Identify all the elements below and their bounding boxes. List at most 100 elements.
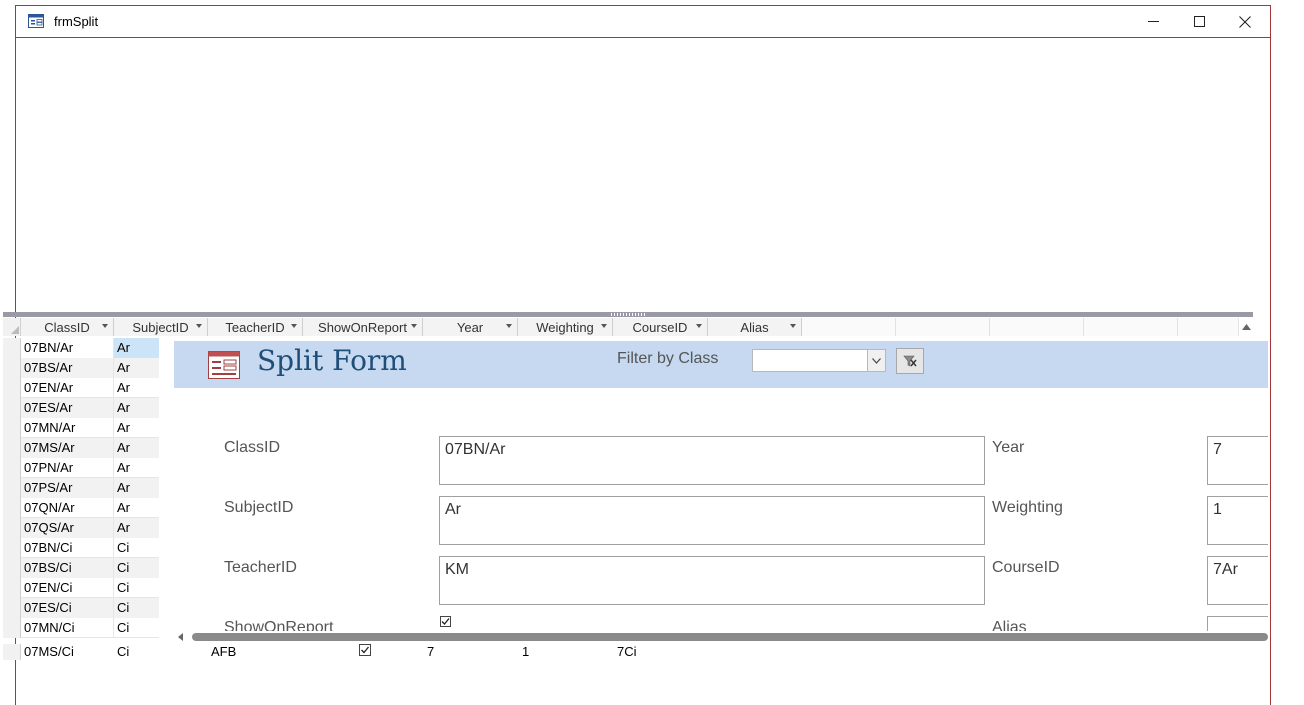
cell-subjectid[interactable]: Ar [114, 518, 159, 538]
column-header-alias[interactable]: Alias [708, 318, 802, 336]
cell-subjectid[interactable]: Ci [117, 644, 129, 660]
cell-classid[interactable]: 07PN/Ar [21, 458, 114, 478]
minimize-button[interactable] [1130, 6, 1176, 37]
dropdown-arrow-icon[interactable] [696, 324, 702, 328]
combobox-dropdown-button[interactable] [867, 350, 885, 371]
cell-classid[interactable]: 07BS/Ci [21, 558, 114, 578]
table-row[interactable]: 07MS/Ar Ar [3, 438, 159, 458]
table-row[interactable]: 07PS/Ar Ar [3, 478, 159, 498]
subjectid-textbox[interactable]: Ar [439, 496, 985, 545]
cell-courseid[interactable]: 7Ci [617, 644, 637, 660]
row-selector[interactable] [3, 578, 21, 598]
table-row[interactable]: 07ES/Ar Ar [3, 398, 159, 418]
row-selector[interactable] [3, 438, 21, 458]
maximize-button[interactable] [1176, 6, 1222, 37]
form-horizontal-scrollbar[interactable] [174, 631, 1268, 643]
table-row[interactable]: 07QS/Ar Ar [3, 518, 159, 538]
cell-subjectid[interactable]: Ar [114, 398, 159, 418]
cell-classid[interactable]: 07EN/Ar [21, 378, 114, 398]
table-row[interactable]: 07ES/Ci Ci [3, 598, 159, 618]
row-selector[interactable] [3, 538, 21, 558]
courseid-textbox[interactable]: 7Ar [1207, 556, 1268, 605]
table-row[interactable]: 07MN/Ci Ci [3, 618, 159, 638]
split-form-splitter[interactable] [3, 312, 1253, 317]
cell-subjectid[interactable]: Ci [114, 538, 159, 558]
cell-subjectid[interactable]: Ci [114, 578, 159, 598]
row-selector[interactable] [3, 478, 21, 498]
dropdown-arrow-icon[interactable] [790, 324, 796, 328]
table-row[interactable]: 07MN/Ar Ar [3, 418, 159, 438]
row-selector[interactable] [3, 618, 21, 638]
cell-subjectid[interactable]: Ar [114, 438, 159, 458]
title-bar[interactable]: frmSplit [16, 6, 1270, 38]
column-header-year[interactable]: Year [423, 318, 518, 336]
cell-subjectid[interactable]: Ar [114, 418, 159, 438]
classid-textbox[interactable]: 07BN/Ar [439, 436, 985, 485]
cell-classid[interactable]: 07BN/Ci [21, 538, 114, 558]
column-header-teacherid[interactable]: TeacherID [208, 318, 303, 336]
cell-subjectid[interactable]: Ar [114, 498, 159, 518]
column-header-weighting[interactable]: Weighting [518, 318, 613, 336]
cell-classid[interactable]: 07QS/Ar [21, 518, 114, 538]
cell-weighting[interactable]: 1 [522, 644, 529, 660]
cell-year[interactable]: 7 [427, 644, 434, 660]
cell-classid[interactable]: 07MN/Ar [21, 418, 114, 438]
alias-textbox[interactable] [1207, 616, 1268, 631]
cell-subjectid[interactable]: Ar [114, 358, 159, 378]
table-row-partial[interactable]: 07MS/Ci Ci AFB 7 1 7Ci [3, 644, 1253, 660]
remove-filter-button[interactable] [896, 348, 924, 374]
dropdown-arrow-icon[interactable] [102, 324, 108, 328]
row-selector[interactable] [3, 644, 21, 660]
column-header-subjectid[interactable]: SubjectID [114, 318, 208, 336]
table-row[interactable]: 07BN/Ar Ar [3, 338, 159, 358]
row-selector[interactable] [3, 418, 21, 438]
column-header-classid[interactable]: ClassID [21, 318, 114, 336]
column-header-showonreport[interactable]: ShowOnReport [303, 318, 423, 336]
cell-classid[interactable]: 07MS/Ci [24, 644, 74, 660]
table-row[interactable]: 07BN/Ci Ci [3, 538, 159, 558]
year-textbox[interactable]: 7 [1207, 436, 1268, 485]
dropdown-arrow-icon[interactable] [411, 324, 417, 328]
cell-classid[interactable]: 07QN/Ar [21, 498, 114, 518]
cell-teacherid[interactable]: AFB [211, 644, 236, 660]
cell-classid[interactable]: 07BS/Ar [21, 358, 114, 378]
row-selector[interactable] [3, 378, 21, 398]
scroll-left-arrow-icon[interactable] [178, 633, 183, 641]
cell-classid[interactable]: 07MS/Ar [21, 438, 114, 458]
cell-classid[interactable]: 07ES/Ci [21, 598, 114, 618]
row-selector[interactable] [3, 358, 21, 378]
cell-classid[interactable]: 07MN/Ci [21, 618, 114, 638]
row-selector[interactable] [3, 498, 21, 518]
cell-subjectid[interactable]: Ar [114, 478, 159, 498]
row-selector[interactable] [3, 518, 21, 538]
row-selector[interactable] [3, 458, 21, 478]
splitter-grip[interactable] [611, 313, 647, 316]
showonreport-checkbox[interactable] [440, 616, 451, 627]
table-row[interactable]: 07PN/Ar Ar [3, 458, 159, 478]
column-header-courseid[interactable]: CourseID [613, 318, 708, 336]
cell-subjectid[interactable]: Ar [114, 458, 159, 478]
row-selector[interactable] [3, 338, 21, 358]
cell-subjectid[interactable]: Ci [114, 618, 159, 638]
cell-classid[interactable]: 07PS/Ar [21, 478, 114, 498]
table-row[interactable]: 07BS/Ci Ci [3, 558, 159, 578]
cell-subjectid[interactable]: Ar [114, 338, 159, 358]
table-row[interactable]: 07EN/Ar Ar [3, 378, 159, 398]
table-row[interactable]: 07BS/Ar Ar [3, 358, 159, 378]
dropdown-arrow-icon[interactable] [196, 324, 202, 328]
cell-subjectid[interactable]: Ar [114, 378, 159, 398]
cell-classid[interactable]: 07ES/Ar [21, 398, 114, 418]
close-button[interactable] [1222, 6, 1268, 37]
dropdown-arrow-icon[interactable] [601, 324, 607, 328]
cell-subjectid[interactable]: Ci [114, 598, 159, 618]
dropdown-arrow-icon[interactable] [291, 324, 297, 328]
cell-subjectid[interactable]: Ci [114, 558, 159, 578]
row-selector[interactable] [3, 598, 21, 618]
dropdown-arrow-icon[interactable] [506, 324, 512, 328]
scroll-up-button[interactable] [1239, 318, 1253, 336]
filter-class-combobox[interactable] [752, 349, 886, 372]
table-row[interactable]: 07EN/Ci Ci [3, 578, 159, 598]
row-selector[interactable] [3, 398, 21, 418]
scrollbar-thumb[interactable] [192, 633, 1268, 641]
teacherid-textbox[interactable]: KM [439, 556, 985, 605]
